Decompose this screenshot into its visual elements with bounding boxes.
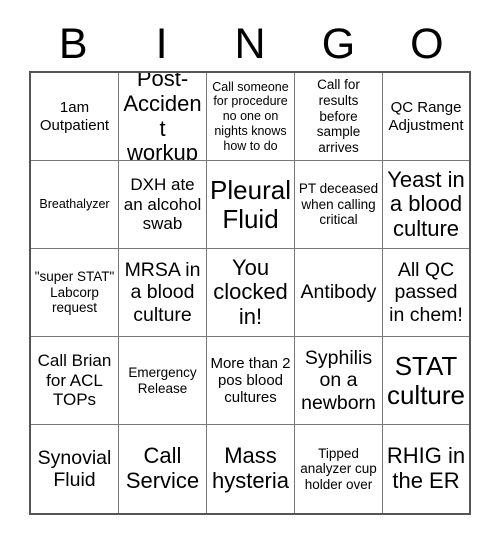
bingo-header-letter-n: N (234, 19, 266, 68)
bingo-cell[interactable]: MRSA in a blood culture (119, 249, 207, 337)
bingo-cell-label: Synovial Fluid (37, 446, 112, 491)
bingo-header-letter-b: B (58, 19, 88, 68)
bingo-cell-label: You clocked in! (213, 254, 288, 329)
bingo-cell-label: STAT culture (386, 350, 466, 410)
bingo-cell[interactable]: All QC passed in chem! (383, 249, 469, 337)
bingo-cell[interactable]: Call Brian for ACL TOPs (31, 337, 119, 425)
bingo-cell-label: RHIG in the ER (386, 443, 466, 493)
bingo-cell-label: Call Service (125, 443, 200, 493)
bingo-cell[interactable]: Post-Accident workup (119, 73, 207, 161)
bingo-cell[interactable]: Pleural Fluid (207, 161, 295, 249)
bingo-cell-label: Syphilis on a newborn (301, 347, 376, 414)
bingo-cell-label: Call for results before sample arrives (316, 77, 361, 155)
bingo-grid: 1am Outpatient Post-Accident workup Call s… (29, 71, 471, 515)
bingo-cell[interactable]: DXH ate an alcohol swab (119, 161, 207, 249)
bingo-cell-label: MRSA in a blood culture (124, 259, 201, 326)
bingo-cell[interactable]: More than 2 pos blood cultures (207, 337, 295, 425)
bingo-cell-label: PT deceased when calling critical (298, 181, 379, 228)
bingo-cell-label: All QC passed in chem! (389, 259, 463, 326)
bingo-cell[interactable]: STAT culture (383, 337, 469, 425)
bingo-cell[interactable]: Synovial Fluid (31, 425, 119, 513)
bingo-header: BINGO (29, 18, 471, 70)
bingo-cell-label: Tipped analyzer cup holder over (300, 445, 377, 492)
bingo-cell[interactable]: Emergency Release (119, 337, 207, 425)
bingo-cell[interactable]: Call someone for procedure no one on nig… (207, 73, 295, 161)
bingo-cell-label: Call Brian for ACL TOPs (37, 351, 112, 410)
bingo-cell[interactable]: Call Service (119, 425, 207, 513)
bingo-cell[interactable]: Mass hysteria (207, 425, 295, 513)
bingo-header-letter-i: I (155, 19, 168, 68)
bingo-cell[interactable]: "super STAT" Labcorp request (31, 249, 119, 337)
bingo-cell-label: Yeast in a blood culture (387, 166, 465, 241)
bingo-cell[interactable]: Tipped analyzer cup holder over (295, 425, 383, 513)
bingo-cell-label: Pleural Fluid (210, 174, 291, 234)
bingo-cell-label: QC Range Adjustment (388, 99, 464, 134)
bingo-cell-label: Breathalyzer (39, 197, 110, 212)
bingo-cell[interactable]: PT deceased when calling critical (295, 161, 383, 249)
bingo-cell[interactable]: Syphilis on a newborn (295, 337, 383, 425)
bingo-cell-label: DXH ate an alcohol swab (123, 175, 202, 234)
bingo-cell-label: "super STAT" Labcorp request (34, 269, 115, 316)
bingo-cell-label: Call someone for procedure no one on nig… (212, 79, 289, 153)
bingo-cell[interactable]: Yeast in a blood culture (383, 161, 469, 249)
bingo-cell-label: Post-Accident workup (123, 73, 202, 161)
bingo-header-letter-g: G (321, 19, 356, 68)
bingo-cell-label: More than 2 pos blood cultures (210, 354, 291, 407)
bingo-card: B I N G O 1am Outpatient Post-Accident workup… (0, 0, 500, 544)
bingo-cell[interactable]: You clocked in! (207, 249, 295, 337)
bingo-cell-label: Emergency Release (128, 364, 197, 396)
bingo-cell-label: Mass hysteria (211, 443, 290, 493)
bingo-cell-label: 1am Outpatient (39, 99, 110, 134)
bingo-header-letter-o: O (410, 19, 444, 68)
bingo-cell[interactable]: Antibody (295, 249, 383, 337)
bingo-cell[interactable]: QC Range Adjustment (383, 73, 469, 161)
bingo-cell[interactable]: Call for results before sample arrives (295, 73, 383, 161)
bingo-cell[interactable]: Breathalyzer (31, 161, 119, 249)
bingo-cell-label: Antibody (300, 281, 377, 304)
bingo-cell[interactable]: 1am Outpatient (31, 73, 119, 161)
bingo-cell[interactable]: RHIG in the ER (383, 425, 469, 513)
